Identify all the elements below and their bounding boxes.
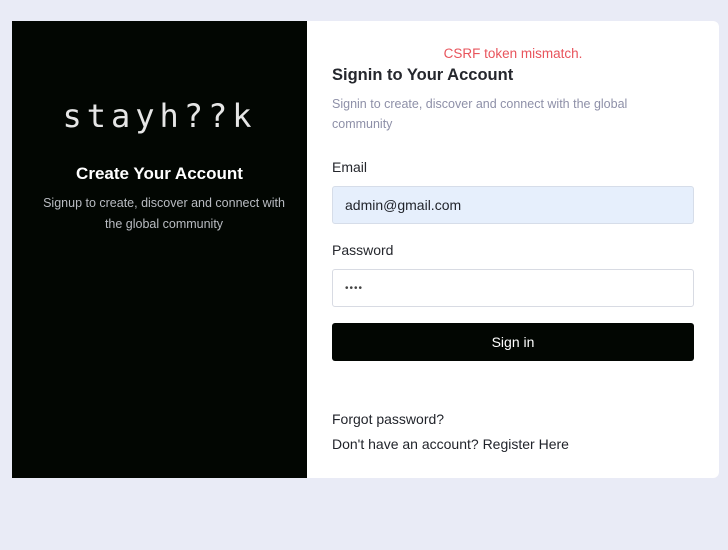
forgot-password-link[interactable]: Forgot password? [332, 411, 444, 427]
email-field-value: admin@gmail.com [345, 197, 462, 213]
signup-title: Create Your Account [76, 164, 243, 183]
register-prompt-line: Don't have an account? Register Here [332, 436, 569, 452]
register-link[interactable]: Register Here [483, 436, 569, 452]
page-title: Signin to Your Account [332, 66, 514, 84]
signin-button[interactable]: Sign in [332, 323, 694, 361]
error-message: CSRF token mismatch. [443, 46, 583, 61]
brand-logo: stayh??k [12, 91, 307, 141]
signup-panel: stayh??k Create Your Account Signup to c… [12, 21, 307, 478]
brand-logo-text: stayh??k [62, 97, 257, 135]
password-field[interactable]: •••• [332, 269, 694, 307]
email-label: Email [332, 159, 368, 175]
signin-panel: CSRF token mismatch. Signin to Your Acco… [307, 21, 719, 478]
password-label: Password [332, 242, 394, 258]
signup-subtitle: Signup to create, discover and connect w… [43, 196, 285, 231]
register-prompt: Don't have an account? [332, 436, 479, 452]
email-field[interactable]: admin@gmail.com [332, 186, 694, 224]
password-field-value: •••• [345, 282, 364, 294]
signin-subtitle: Signin to create, discover and connect w… [332, 97, 628, 131]
auth-card: stayh??k Create Your Account Signup to c… [12, 21, 719, 478]
